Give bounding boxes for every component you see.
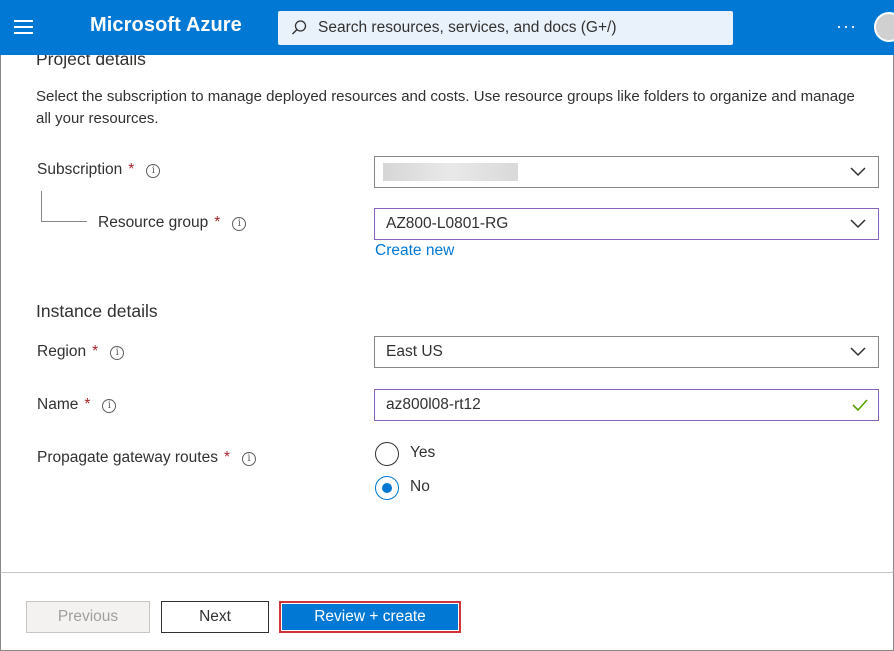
required-marker: *: [84, 396, 91, 413]
chevron-down-icon: [850, 167, 866, 177]
project-details-heading: Project details: [36, 55, 146, 69]
search-input[interactable]: Search resources, services, and docs (G+…: [318, 19, 617, 37]
region-dropdown[interactable]: East US: [374, 336, 879, 368]
search-icon: [292, 20, 307, 35]
chevron-down-icon: [850, 347, 866, 357]
search-box[interactable]: Search resources, services, and docs (G+…: [278, 11, 733, 45]
required-marker: *: [92, 343, 99, 360]
info-icon[interactable]: i: [146, 164, 161, 178]
required-marker: *: [214, 214, 221, 231]
required-marker: *: [128, 161, 135, 178]
form-content: Project details Select the subscription …: [0, 55, 894, 572]
required-marker: *: [223, 449, 230, 466]
avatar[interactable]: [874, 12, 894, 42]
project-details-description: Select the subscription to manage deploy…: [36, 88, 855, 127]
hamburger-menu-icon[interactable]: [14, 17, 36, 37]
subscription-label: Subscription * i: [37, 161, 161, 179]
brand-title[interactable]: Microsoft Azure: [90, 14, 242, 37]
hierarchy-connector: [41, 191, 87, 222]
resource-group-label: Resource group * i: [98, 214, 247, 232]
redacted-subscription-value: [383, 163, 518, 181]
info-icon[interactable]: i: [242, 452, 256, 466]
radio-label-no[interactable]: No: [410, 478, 430, 496]
radio-button-yes[interactable]: [375, 442, 399, 466]
checkmark-icon: [852, 399, 868, 411]
name-label: Name * i: [37, 396, 117, 414]
region-label: Region * i: [37, 343, 125, 361]
instance-details-heading: Instance details: [36, 301, 158, 321]
previous-button[interactable]: Previous: [26, 601, 150, 633]
info-icon[interactable]: i: [110, 346, 125, 360]
chevron-down-icon: [850, 219, 866, 229]
top-navigation-bar: Microsoft Azure Search resources, servic…: [0, 0, 894, 55]
info-icon[interactable]: i: [232, 217, 247, 231]
info-icon[interactable]: i: [102, 399, 117, 413]
radio-label-yes[interactable]: Yes: [410, 444, 435, 462]
create-new-link[interactable]: Create new: [375, 242, 454, 260]
resource-group-value: AZ800-L0801-RG: [386, 215, 509, 232]
review-create-button[interactable]: Review + create: [279, 601, 461, 633]
subscription-dropdown[interactable]: [374, 156, 879, 188]
name-input-value[interactable]: az800l08-rt12: [386, 396, 481, 414]
resource-group-dropdown[interactable]: AZ800-L0801-RG: [374, 208, 879, 240]
wizard-footer: Previous Next Review + create: [0, 572, 894, 651]
region-value: East US: [386, 343, 443, 360]
name-input[interactable]: az800l08-rt12: [374, 389, 879, 421]
more-options-icon[interactable]: ···: [836, 16, 857, 37]
next-button[interactable]: Next: [161, 601, 269, 633]
radio-button-no[interactable]: [375, 476, 399, 500]
propagate-gateway-routes-label: Propagate gateway routes * i: [37, 449, 256, 467]
